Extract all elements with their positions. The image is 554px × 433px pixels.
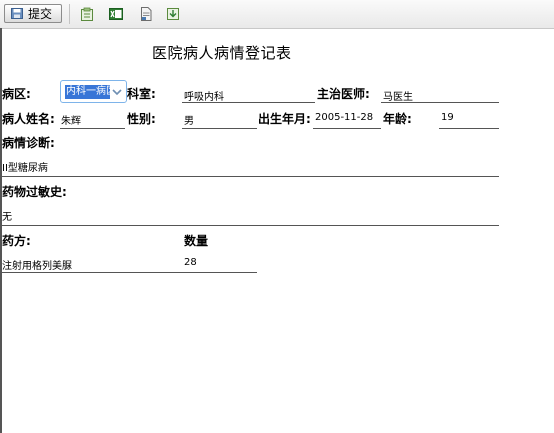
gender-underline: [182, 128, 257, 129]
age-underline: [439, 128, 499, 129]
allergy-label: 药物过敏史:: [2, 185, 67, 199]
doctor-label: 主治医师:: [317, 87, 370, 101]
quantity-header: 数量: [184, 234, 209, 248]
doctor-value: 马医生: [383, 92, 413, 103]
patient-name-label: 病人姓名:: [2, 112, 55, 126]
department-value: 呼吸内科: [184, 92, 224, 103]
prescription-quantity: 28: [184, 257, 197, 268]
toolbar-separator: [69, 4, 70, 24]
prescription-underline: [2, 272, 257, 273]
form-title: 医院病人病情登记表: [152, 44, 292, 62]
allergy-value: 无: [2, 212, 12, 223]
toolbar: 提交: [0, 0, 554, 29]
diagnosis-underline: [2, 176, 499, 177]
gender-value: 男: [184, 116, 194, 127]
prescription-drug: 注射用格列美脲: [2, 261, 72, 272]
department-underline: [182, 102, 315, 103]
submit-button-label: 提交: [28, 7, 53, 21]
ward-select[interactable]: 内科一病区: [60, 80, 127, 103]
birth-date-underline: [313, 128, 381, 129]
prescription-label: 药方:: [2, 234, 31, 248]
clipboard-icon[interactable]: [80, 7, 94, 21]
diagnosis-label: 病情诊断:: [2, 136, 55, 150]
save-icon: [11, 8, 23, 19]
document-icon[interactable]: [139, 7, 153, 21]
birth-date-value: 2005-11-28: [315, 112, 374, 123]
allergy-underline: [2, 225, 499, 226]
diagnosis-value: II型糖尿病: [2, 163, 48, 174]
gender-label: 性别:: [127, 112, 156, 126]
ward-selected-value: 内科一病区: [65, 85, 110, 99]
doctor-underline: [381, 102, 499, 103]
age-value: 19: [441, 112, 454, 123]
excel-export-icon[interactable]: [109, 7, 123, 21]
submit-button[interactable]: 提交: [4, 4, 62, 23]
patient-name-underline: [60, 128, 125, 129]
age-label: 年龄:: [383, 112, 412, 126]
department-label: 科室:: [127, 87, 156, 101]
ward-label: 病区:: [2, 87, 31, 101]
chevron-down-icon[interactable]: [110, 84, 124, 99]
patient-name-value: 朱辉: [61, 116, 81, 127]
download-icon[interactable]: [166, 7, 180, 21]
birth-date-label: 出生年月:: [258, 112, 311, 126]
